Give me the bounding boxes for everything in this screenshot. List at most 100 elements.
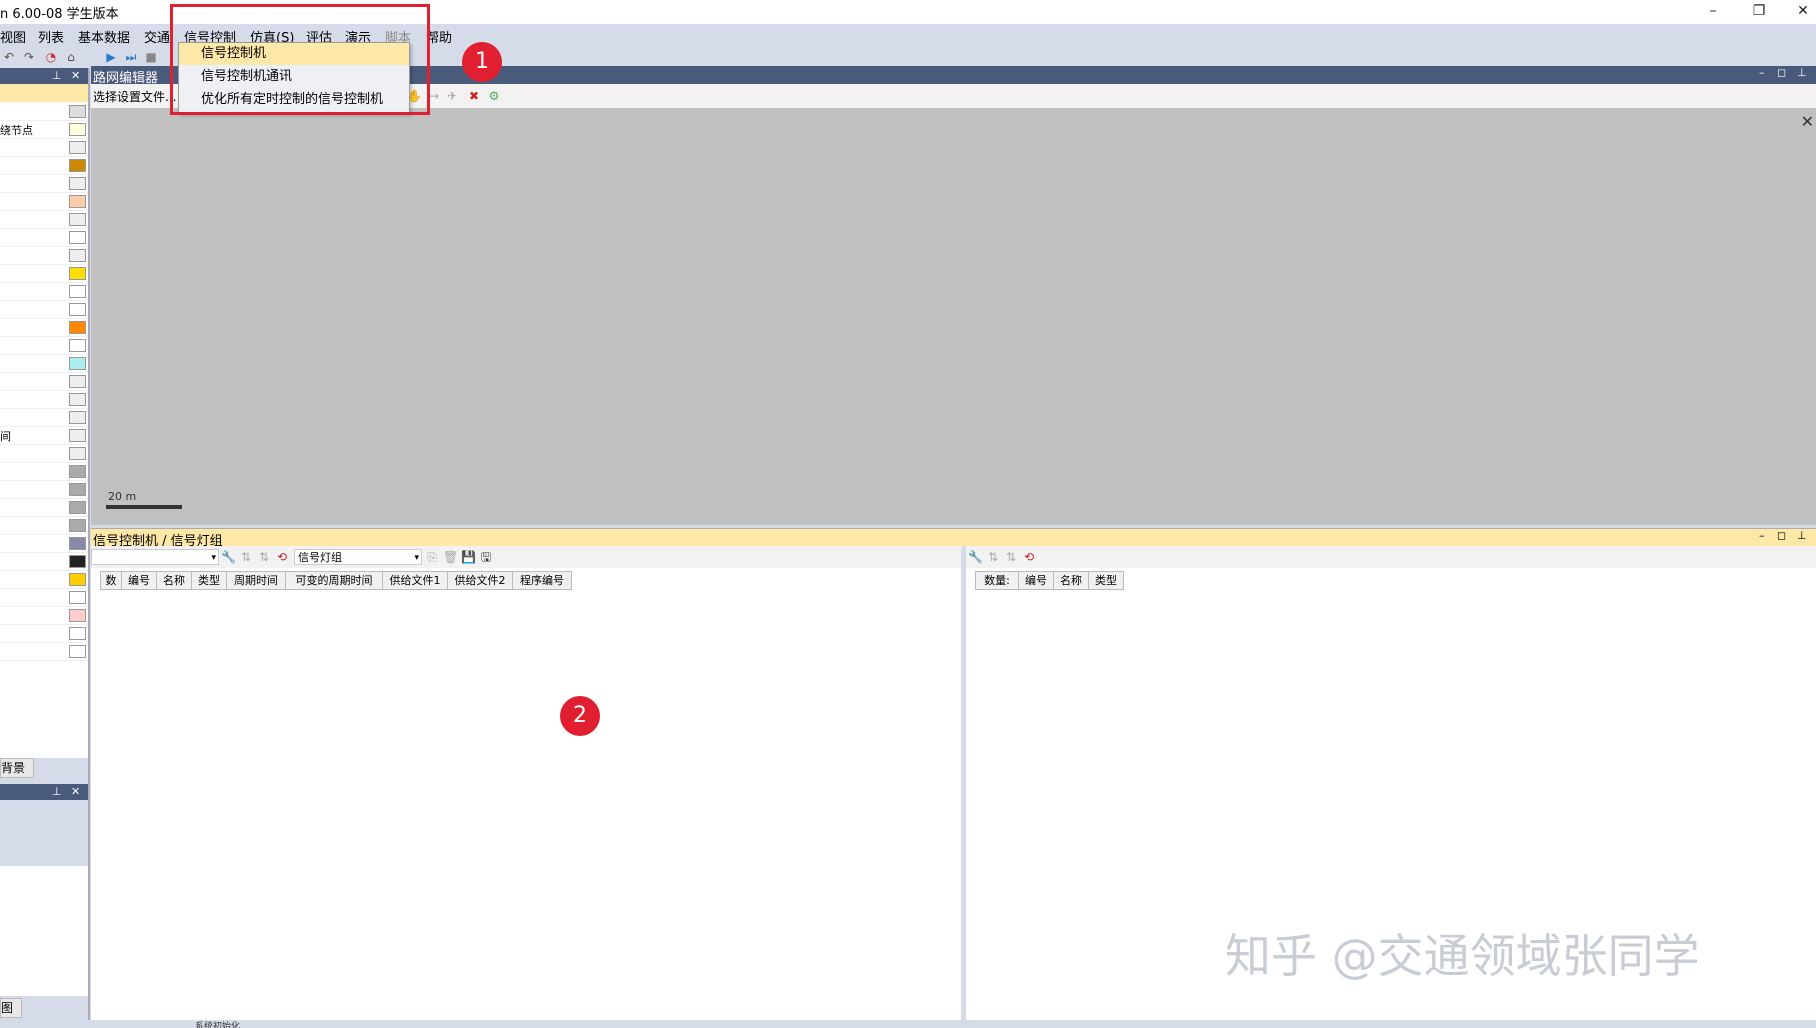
layer-swatch-icon[interactable]: [69, 285, 86, 298]
column-header[interactable]: 供给文件2: [447, 571, 513, 590]
step-icon[interactable]: ⏭: [124, 50, 138, 64]
layer-swatch-icon[interactable]: [69, 141, 86, 154]
maximize-icon[interactable]: ◻: [1777, 529, 1786, 542]
left-panel-row[interactable]: [0, 336, 88, 355]
layer-swatch-icon[interactable]: [69, 393, 86, 406]
stop-icon[interactable]: ■: [144, 50, 158, 64]
left-panel-row[interactable]: [0, 570, 88, 589]
layer-swatch-icon[interactable]: [69, 105, 86, 118]
tab-view[interactable]: 图: [0, 998, 22, 1018]
layer-swatch-icon[interactable]: [69, 537, 86, 550]
layer-swatch-icon[interactable]: [69, 411, 86, 424]
sort-asc-icon[interactable]: ⇅: [986, 550, 1000, 564]
collapse-icon[interactable]: ✕: [1801, 112, 1814, 131]
left-panel-row[interactable]: [0, 516, 88, 535]
left-panel-row[interactable]: [0, 282, 88, 301]
left-panel-row[interactable]: [0, 444, 88, 463]
copy-icon[interactable]: ⎘: [425, 550, 439, 564]
column-header[interactable]: 数量:: [975, 571, 1019, 590]
layer-swatch-icon[interactable]: [69, 645, 86, 658]
layer-swatch-icon[interactable]: [69, 447, 86, 460]
column-header[interactable]: 程序编号: [512, 571, 572, 590]
layer-swatch-icon[interactable]: [69, 249, 86, 262]
network-canvas[interactable]: ✕: [91, 108, 1816, 525]
play-icon[interactable]: ▶: [104, 50, 118, 64]
layer-swatch-icon[interactable]: [69, 501, 86, 514]
column-header[interactable]: 数: [100, 571, 122, 590]
layer-swatch-icon[interactable]: [69, 483, 86, 496]
left-panel-row[interactable]: [0, 174, 88, 193]
layer-swatch-icon[interactable]: [69, 159, 86, 172]
layer-swatch-icon[interactable]: [69, 267, 86, 280]
sync-icon[interactable]: ⟲: [1022, 550, 1036, 564]
left-panel-row[interactable]: [0, 606, 88, 625]
airplane-icon[interactable]: ✈: [445, 89, 459, 103]
layer-swatch-icon[interactable]: [69, 177, 86, 190]
left-panel-row[interactable]: [0, 642, 88, 661]
left-panel-row[interactable]: [0, 354, 88, 373]
list-select-dropdown[interactable]: ▾: [91, 549, 219, 565]
left-panel-row[interactable]: [0, 102, 88, 121]
column-header[interactable]: 类型: [1088, 571, 1124, 590]
restore-button[interactable]: ❐: [1736, 0, 1782, 24]
layer-swatch-icon[interactable]: [69, 123, 86, 136]
pin-icon[interactable]: ⊥: [52, 785, 62, 798]
pin-icon[interactable]: ⊥: [1797, 66, 1807, 79]
delete-icon[interactable]: ✖: [467, 89, 481, 103]
layer-swatch-icon[interactable]: [69, 375, 86, 388]
left-panel-row[interactable]: [0, 462, 88, 481]
column-header[interactable]: 编号: [1018, 571, 1054, 590]
left-panel-row[interactable]: [0, 264, 88, 283]
column-header[interactable]: 名称: [156, 571, 192, 590]
left-panel-row[interactable]: [0, 300, 88, 319]
left-panel-row[interactable]: [0, 498, 88, 517]
left-panel-row[interactable]: [0, 192, 88, 211]
layer-swatch-icon[interactable]: [69, 627, 86, 640]
left-panel-selected-row[interactable]: [0, 84, 88, 102]
pin-icon[interactable]: ⊥: [1797, 529, 1807, 542]
layer-swatch-icon[interactable]: [69, 555, 86, 568]
wrench-icon[interactable]: 🔧: [968, 550, 983, 564]
layer-swatch-icon[interactable]: [69, 609, 86, 622]
left-panel-row[interactable]: [0, 552, 88, 571]
left-panel-row[interactable]: 间: [0, 426, 88, 445]
save-icon[interactable]: 💾: [461, 550, 476, 564]
left-panel-row[interactable]: [0, 624, 88, 643]
left-panel-row[interactable]: [0, 372, 88, 391]
speed-icon[interactable]: ◔: [44, 50, 58, 64]
column-header[interactable]: 周期时间: [226, 571, 286, 590]
sort-asc-icon[interactable]: ⇅: [239, 550, 253, 564]
layer-swatch-icon[interactable]: [69, 429, 86, 442]
sort-desc-icon[interactable]: ⇅: [257, 550, 271, 564]
layer-swatch-icon[interactable]: [69, 357, 86, 370]
left-panel-row[interactable]: [0, 390, 88, 409]
left-panel-row[interactable]: [0, 138, 88, 157]
sort-desc-icon[interactable]: ⇅: [1004, 550, 1018, 564]
column-header[interactable]: 供给文件1: [382, 571, 448, 590]
menu-traffic[interactable]: 交通: [144, 27, 170, 46]
left-panel-row[interactable]: [0, 588, 88, 607]
layer-swatch-icon[interactable]: [69, 231, 86, 244]
save-as-icon[interactable]: 🖫: [479, 550, 493, 564]
layer-swatch-icon[interactable]: [69, 519, 86, 532]
home-icon[interactable]: ⌂: [64, 50, 78, 64]
left-panel-row[interactable]: [0, 246, 88, 265]
layer-swatch-icon[interactable]: [69, 195, 86, 208]
layer-swatch-icon[interactable]: [69, 465, 86, 478]
column-header[interactable]: 名称: [1053, 571, 1089, 590]
pin-icon[interactable]: ⊥: [52, 69, 62, 82]
settings-icon[interactable]: ⚙: [487, 89, 501, 103]
redo-icon[interactable]: ↷: [22, 50, 36, 64]
menu-base-data[interactable]: 基本数据: [78, 27, 130, 46]
close-icon[interactable]: ✕: [71, 69, 80, 82]
undo-icon[interactable]: ↶: [2, 50, 16, 64]
left-panel-row[interactable]: [0, 318, 88, 337]
left-panel-row[interactable]: [0, 480, 88, 499]
column-header[interactable]: 类型: [191, 571, 227, 590]
layer-swatch-icon[interactable]: [69, 213, 86, 226]
close-icon[interactable]: ✕: [71, 785, 80, 798]
layer-swatch-icon[interactable]: [69, 573, 86, 586]
left-panel-row[interactable]: [0, 210, 88, 229]
maximize-icon[interactable]: ◻: [1777, 66, 1786, 79]
menu-list[interactable]: 列表: [38, 27, 64, 46]
